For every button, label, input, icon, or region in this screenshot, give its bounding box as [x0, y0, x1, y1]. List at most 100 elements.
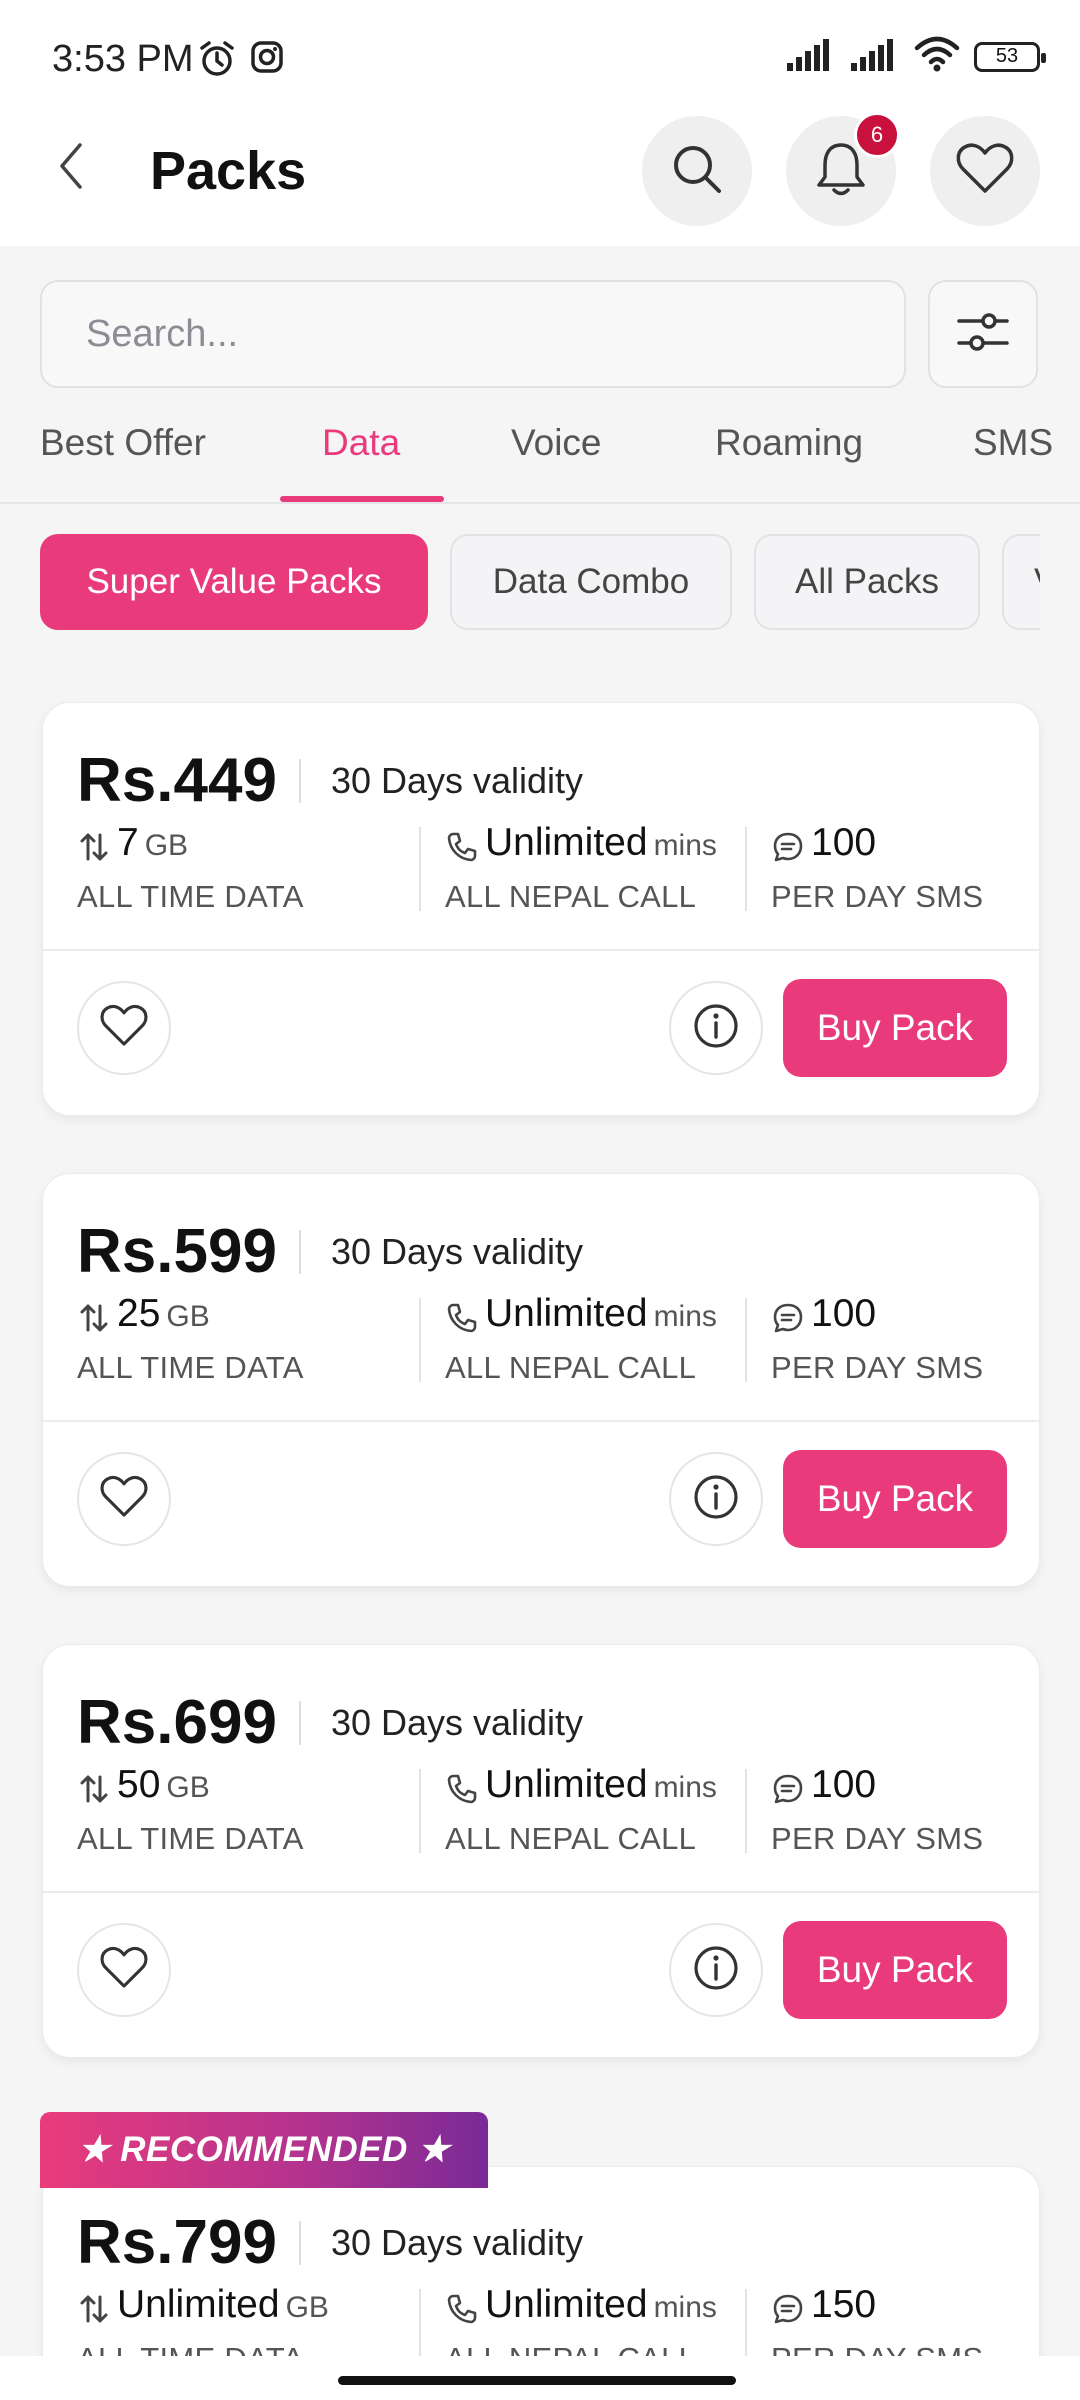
call-value: Unlimited: [485, 821, 648, 864]
signal-icon: [850, 37, 900, 76]
chip-super-value-packs[interactable]: Super Value Packs: [40, 534, 428, 630]
pack-card: Rs.449 30 Days validity 7 GB ALL TIME DA…: [42, 702, 1040, 1116]
favorite-pack-button[interactable]: [77, 1923, 171, 2017]
recommended-badge: ★ RECOMMENDED ★: [40, 2112, 488, 2188]
data-transfer-icon: [77, 1301, 111, 1335]
pack-stats: 50 GB ALL TIME DATA Unlimited mins ALL N…: [77, 1763, 1017, 1859]
phone-icon: [445, 2292, 479, 2326]
app-header: Packs 6: [0, 100, 1080, 246]
search-input[interactable]: [86, 312, 904, 356]
call-unit: mins: [653, 829, 717, 862]
message-icon: [771, 1772, 805, 1806]
wifi-icon: [914, 36, 960, 77]
heart-icon: [99, 1474, 149, 1525]
data-transfer-icon: [77, 2292, 111, 2326]
data-value: 25: [117, 1292, 161, 1335]
sms-value: 100: [811, 1292, 877, 1335]
search-icon: [667, 139, 727, 204]
data-value: 7: [117, 821, 139, 864]
pack-validity: 30 Days validity: [330, 759, 584, 801]
data-value: Unlimited: [117, 2283, 280, 2326]
message-icon: [771, 2292, 805, 2326]
active-tab-indicator: [280, 496, 444, 502]
back-button[interactable]: [46, 138, 96, 198]
data-stat: 7 GB ALL TIME DATA: [77, 821, 304, 917]
sms-value: 100: [811, 821, 877, 864]
phone-icon: [445, 830, 479, 864]
buy-pack-button[interactable]: Buy Pack: [783, 979, 1007, 1077]
data-unit: GB: [166, 1300, 210, 1333]
favorite-pack-button[interactable]: [77, 1452, 171, 1546]
buy-pack-button[interactable]: Buy Pack: [783, 1921, 1007, 2019]
pack-filter-chips: Super Value Packs Data Combo All Packs V: [40, 534, 1040, 632]
pack-validity: 30 Days validity: [330, 1701, 584, 1743]
sms-label: PER DAY SMS: [771, 1821, 984, 1856]
sms-label: PER DAY SMS: [771, 879, 984, 914]
home-indicator[interactable]: [338, 2376, 736, 2385]
alarm-icon: [198, 40, 236, 83]
call-label: ALL NEPAL CALL: [445, 1821, 697, 1856]
filter-button[interactable]: [928, 280, 1038, 388]
phone-icon: [445, 1772, 479, 1806]
data-label: ALL TIME DATA: [77, 1821, 304, 1856]
pack-stats: 25 GB ALL TIME DATA Unlimited mins ALL N…: [77, 1292, 1017, 1388]
heart-icon: [99, 1003, 149, 1054]
data-transfer-icon: [77, 1772, 111, 1806]
battery-level: 53: [995, 45, 1019, 67]
call-stat: Unlimited mins ALL NEPAL CALL: [445, 1763, 717, 1859]
data-label: ALL TIME DATA: [77, 1350, 304, 1385]
call-unit: mins: [653, 2291, 717, 2324]
pack-info-button[interactable]: [669, 1923, 763, 2017]
status-bar: 3:53 PM 53: [0, 0, 1080, 100]
battery-icon: 53: [974, 41, 1046, 72]
signal-icon: [786, 37, 836, 76]
info-icon: [692, 1002, 740, 1055]
call-label: ALL NEPAL CALL: [445, 879, 697, 914]
instagram-icon: [250, 40, 284, 83]
favorites-button[interactable]: [930, 116, 1040, 226]
info-icon: [692, 1944, 740, 1997]
chip-next[interactable]: V: [1002, 534, 1040, 630]
pack-info-button[interactable]: [669, 981, 763, 1075]
buy-pack-button[interactable]: Buy Pack: [783, 1450, 1007, 1548]
search-button[interactable]: [642, 116, 752, 226]
tab-sms[interactable]: SMS: [973, 422, 1053, 464]
data-label: ALL TIME DATA: [77, 879, 304, 914]
tab-roaming[interactable]: Roaming: [715, 422, 863, 464]
favorite-pack-button[interactable]: [77, 981, 171, 1075]
sms-label: PER DAY SMS: [771, 1350, 984, 1385]
sms-stat: 100 PER DAY SMS: [771, 821, 983, 917]
notifications-button[interactable]: 6: [786, 112, 900, 226]
back-icon: [56, 141, 86, 196]
message-icon: [771, 830, 805, 864]
chip-data-combo[interactable]: Data Combo: [450, 534, 732, 630]
data-unit: GB: [166, 1771, 210, 1804]
call-stat: Unlimited mins ALL NEPAL CALL: [445, 1292, 717, 1388]
pack-info-button[interactable]: [669, 1452, 763, 1546]
data-value: 50: [117, 1763, 161, 1806]
sms-value: 150: [811, 2283, 877, 2326]
call-value: Unlimited: [485, 2283, 648, 2326]
category-tabs: Best Offer Data Voice Roaming SMS: [0, 400, 1080, 504]
pack-card: Rs.699 30 Days validity 50 GB ALL TIME D…: [42, 1644, 1040, 2058]
data-unit: GB: [144, 829, 189, 862]
phone-icon: [445, 1301, 479, 1335]
status-time: 3:53 PM: [52, 38, 194, 80]
call-value: Unlimited: [485, 1292, 648, 1335]
pack-price: Rs.449: [77, 746, 277, 815]
tab-best-offer[interactable]: Best Offer: [40, 422, 206, 464]
call-label: ALL NEPAL CALL: [445, 1350, 697, 1385]
pack-card: Rs.599 30 Days validity 25 GB ALL TIME D…: [42, 1173, 1040, 1587]
tab-voice[interactable]: Voice: [511, 422, 602, 464]
heart-icon: [955, 141, 1015, 202]
call-unit: mins: [653, 1300, 717, 1333]
pack-stats: 7 GB ALL TIME DATA Unlimited mins ALL NE…: [77, 821, 1017, 917]
sms-stat: 100 PER DAY SMS: [771, 1292, 983, 1388]
pack-price: Rs.799: [77, 2208, 277, 2277]
page-title: Packs: [150, 141, 307, 201]
call-value: Unlimited: [485, 1763, 648, 1806]
chip-all-packs[interactable]: All Packs: [754, 534, 980, 630]
pack-validity: 30 Days validity: [330, 1230, 584, 1272]
search-field[interactable]: [40, 280, 906, 388]
tab-data[interactable]: Data: [322, 422, 400, 464]
